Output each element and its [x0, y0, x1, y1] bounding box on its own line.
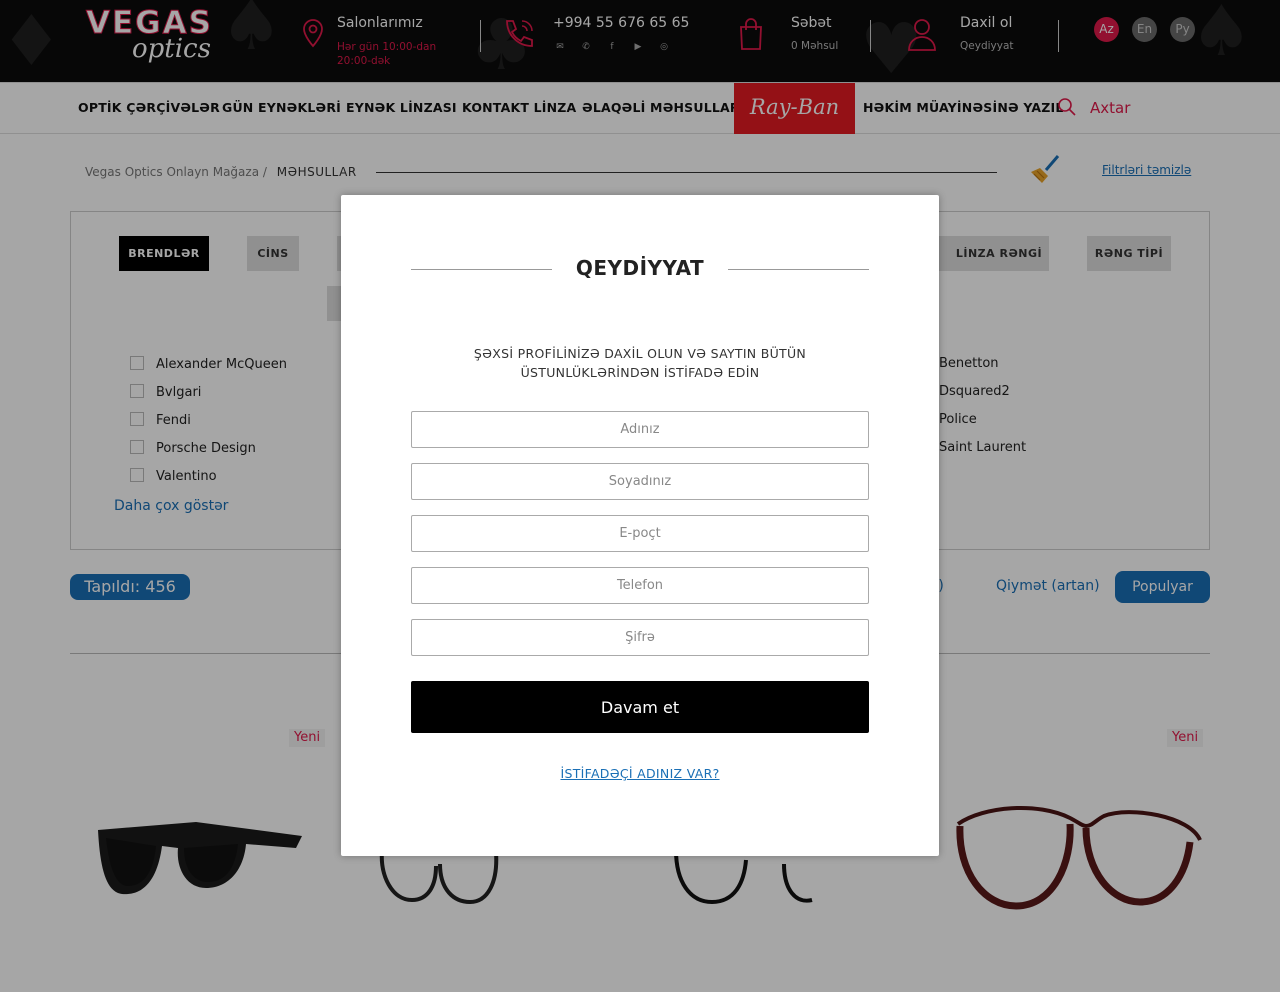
- phone-field[interactable]: [411, 567, 869, 604]
- email-field[interactable]: [411, 515, 869, 552]
- first-name-field[interactable]: [411, 411, 869, 448]
- last-name-field[interactable]: [411, 463, 869, 500]
- password-field[interactable]: [411, 619, 869, 656]
- have-account-link[interactable]: İSTİFADƏÇİ ADINIZ VAR?: [341, 766, 939, 781]
- continue-button[interactable]: Davam et: [411, 681, 869, 733]
- title-rule-right: [728, 269, 869, 270]
- modal-title: QEYDİYYAT: [575, 256, 705, 280]
- modal-subtitle: ŞƏXSİ PROFİLİNİZƏ DAXİL OLUN VƏ SAYTIN B…: [473, 346, 807, 380]
- registration-modal: QEYDİYYAT ŞƏXSİ PROFİLİNİZƏ DAXİL OLUN V…: [341, 195, 939, 856]
